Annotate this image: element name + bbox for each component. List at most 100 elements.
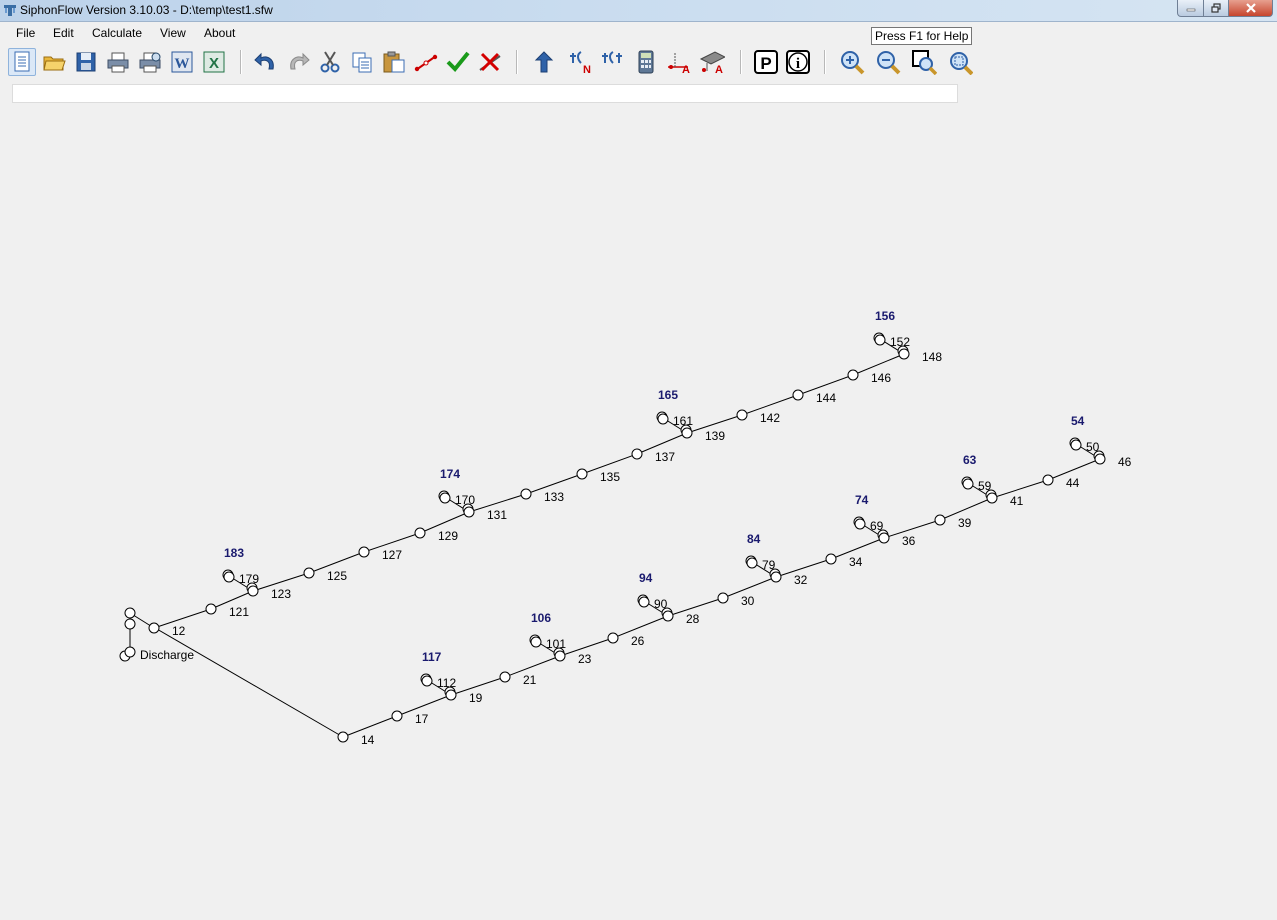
outlet-node[interactable] bbox=[657, 413, 669, 425]
cut-button[interactable] bbox=[316, 48, 344, 76]
menu-about[interactable]: About bbox=[204, 26, 235, 40]
outlet-node[interactable] bbox=[874, 334, 886, 346]
pipe-node[interactable] bbox=[986, 492, 998, 504]
pipe-node[interactable] bbox=[391, 710, 403, 722]
pipe-node[interactable] bbox=[1094, 453, 1106, 465]
outlet-node[interactable] bbox=[421, 675, 433, 687]
excel-export-button[interactable]: X bbox=[200, 48, 228, 76]
pipe-network-diagram[interactable]: Discharge 12 14 17 19 21 23 26 28 30 32 34 36 39 41 44 4… bbox=[0, 106, 1277, 920]
pipe-node[interactable] bbox=[717, 592, 729, 604]
pipe-node[interactable] bbox=[414, 527, 426, 539]
zoom-window-button[interactable] bbox=[910, 48, 938, 76]
roof-a-button[interactable]: A bbox=[698, 48, 726, 76]
info-button[interactable]: i bbox=[784, 48, 812, 76]
toolbar-separator bbox=[824, 50, 826, 74]
undo-button[interactable] bbox=[252, 48, 280, 76]
window-title: SiphonFlow Version 3.10.03 - D:\temp\tes… bbox=[20, 3, 273, 17]
word-export-button[interactable]: W bbox=[168, 48, 196, 76]
pipe-node[interactable] bbox=[898, 348, 910, 360]
discharge-node[interactable] bbox=[124, 646, 136, 658]
calculator-button[interactable] bbox=[632, 48, 660, 76]
zoom-in-button[interactable] bbox=[838, 48, 866, 76]
node-label: 135 bbox=[600, 470, 620, 484]
pipe-node[interactable] bbox=[576, 468, 588, 480]
pipe-node[interactable] bbox=[463, 506, 475, 518]
node-label: 127 bbox=[382, 548, 402, 562]
pipe-a-button[interactable]: A bbox=[664, 48, 692, 76]
pipe-node[interactable] bbox=[303, 567, 315, 579]
pipe-node[interactable] bbox=[445, 689, 457, 701]
branch-node-label: 170 bbox=[455, 493, 475, 507]
pipe-node[interactable] bbox=[337, 731, 349, 743]
pipe-node[interactable] bbox=[247, 585, 259, 597]
toolbar-separator bbox=[740, 50, 742, 74]
outlet-node[interactable] bbox=[638, 596, 650, 608]
pipe-node[interactable] bbox=[770, 571, 782, 583]
draw-pipe-button[interactable] bbox=[412, 48, 440, 76]
pipe-node[interactable] bbox=[792, 389, 804, 401]
outlet-node[interactable] bbox=[223, 571, 235, 583]
pipe-node[interactable] bbox=[878, 532, 890, 544]
minimize-button[interactable] bbox=[1177, 0, 1204, 17]
maximize-button[interactable] bbox=[1204, 0, 1229, 17]
menu-view[interactable]: View bbox=[160, 26, 186, 40]
new-document-button[interactable] bbox=[8, 48, 36, 76]
zoom-out-button[interactable] bbox=[874, 48, 902, 76]
pipe-node[interactable] bbox=[607, 632, 619, 644]
close-button[interactable] bbox=[1229, 0, 1273, 17]
node-n-button[interactable]: N bbox=[566, 48, 594, 76]
discharge-node[interactable] bbox=[124, 607, 136, 619]
pipe-node[interactable] bbox=[1042, 474, 1054, 486]
outlet-button[interactable] bbox=[530, 48, 558, 76]
outlet-node[interactable] bbox=[962, 478, 974, 490]
outlet-node[interactable] bbox=[1070, 439, 1082, 451]
print-button[interactable] bbox=[104, 48, 132, 76]
pipe-node[interactable] bbox=[554, 650, 566, 662]
discharge-node[interactable] bbox=[124, 618, 136, 630]
outlet-node[interactable] bbox=[854, 518, 866, 530]
pipe-segment[interactable] bbox=[149, 624, 344, 738]
node-f-button[interactable] bbox=[598, 48, 626, 76]
node-label: 44 bbox=[1066, 476, 1080, 490]
close-icon bbox=[1245, 3, 1256, 13]
node-label: 36 bbox=[902, 534, 916, 548]
menu-calculate[interactable]: Calculate bbox=[92, 26, 142, 40]
zoom-extents-icon bbox=[950, 52, 973, 75]
paste-icon bbox=[383, 51, 405, 73]
pipe-node[interactable] bbox=[520, 488, 532, 500]
open-folder-button[interactable] bbox=[40, 48, 68, 76]
branch-node-label: 69 bbox=[870, 519, 884, 533]
paste-button[interactable] bbox=[380, 48, 408, 76]
pipe-node[interactable] bbox=[934, 514, 946, 526]
menu-edit[interactable]: Edit bbox=[53, 26, 74, 40]
check-button[interactable] bbox=[444, 48, 472, 76]
zoom-extents-button[interactable] bbox=[946, 48, 974, 76]
pipe-node[interactable] bbox=[847, 369, 859, 381]
outlet-node[interactable] bbox=[530, 636, 542, 648]
menu-file[interactable]: File bbox=[16, 26, 35, 40]
pipe-node[interactable] bbox=[681, 427, 693, 439]
node-label: 137 bbox=[655, 450, 675, 464]
node-label: 123 bbox=[271, 587, 291, 601]
node-label: 21 bbox=[523, 673, 537, 687]
pipe-node[interactable] bbox=[736, 409, 748, 421]
pipe-node[interactable] bbox=[148, 622, 160, 634]
pipe-node[interactable] bbox=[662, 610, 674, 622]
pipe-node[interactable] bbox=[205, 603, 217, 615]
pipe-node[interactable] bbox=[358, 546, 370, 558]
delete-pipe-button[interactable] bbox=[476, 48, 504, 76]
svg-text:i: i bbox=[796, 56, 800, 72]
print-preview-button[interactable] bbox=[136, 48, 164, 76]
properties-p-button[interactable]: P bbox=[752, 48, 780, 76]
outlet-node[interactable] bbox=[439, 492, 451, 504]
svg-text:A: A bbox=[715, 64, 723, 75]
status-field[interactable] bbox=[12, 84, 958, 103]
copy-button[interactable] bbox=[348, 48, 376, 76]
pipe-node[interactable] bbox=[499, 671, 511, 683]
outlet-node[interactable] bbox=[746, 557, 758, 569]
drawing-canvas[interactable]: Discharge 12 14 17 19 21 23 26 28 30 32 34 36 39 41 44 4… bbox=[0, 106, 1277, 920]
redo-button[interactable] bbox=[284, 48, 312, 76]
pipe-node[interactable] bbox=[631, 448, 643, 460]
pipe-node[interactable] bbox=[825, 553, 837, 565]
save-button[interactable] bbox=[72, 48, 100, 76]
